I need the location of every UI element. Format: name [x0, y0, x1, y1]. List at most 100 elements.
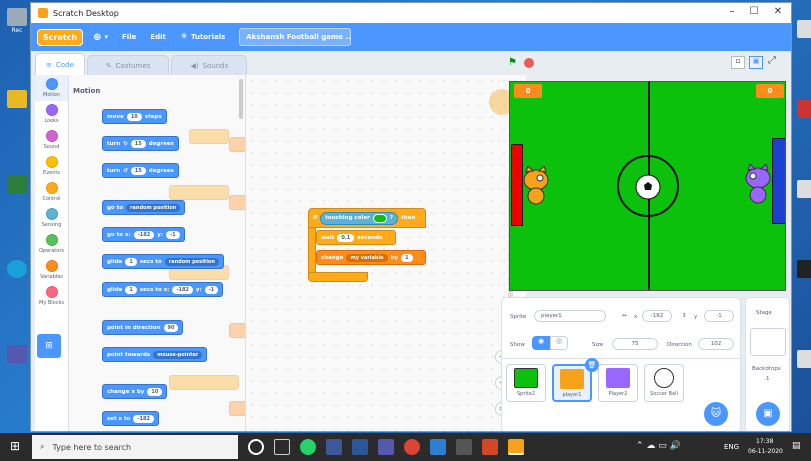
sprite-name-input[interactable]: player1 [534, 310, 606, 322]
category-control[interactable]: Control [35, 179, 68, 205]
maximize-icon[interactable]: ☐ [747, 6, 761, 17]
y-input[interactable]: -1 [704, 310, 734, 322]
small-stage-icon[interactable]: ▫ [731, 56, 745, 69]
block-glide-xy[interactable]: glide 1 secs to x: -182 y: -1 [102, 282, 224, 297]
category-sensing[interactable]: Sensing [35, 205, 68, 231]
category-looks[interactable]: Looks [35, 101, 68, 127]
desktop-icon-folder[interactable] [2, 90, 32, 109]
tutorials-menu[interactable]: ☀ Tutorials [180, 32, 225, 42]
category-events[interactable]: Events [35, 153, 68, 179]
task-view-icon[interactable] [274, 439, 290, 455]
system-tray-icons[interactable]: ⌃ ☁ ▭ 🔊 [636, 441, 681, 451]
block-set-x[interactable]: set x to -182 [102, 411, 159, 426]
whatsapp-icon[interactable] [300, 439, 316, 455]
large-stage-icon[interactable]: ▣ [749, 56, 763, 69]
project-title-input[interactable]: Akshansh Football game ... [239, 28, 352, 46]
block-input[interactable]: 10 [147, 387, 163, 396]
block-change-variable[interactable]: change my variable by 1 [316, 250, 426, 265]
block-point-towards[interactable]: point towards mouse-pointer [102, 347, 208, 362]
category-motion[interactable]: Motion [35, 75, 68, 101]
sprite-thumb-player2[interactable]: Player2 [598, 364, 638, 402]
player2-sprite[interactable] [742, 164, 774, 206]
word-icon[interactable] [352, 439, 368, 455]
block-turn-left[interactable]: turn ↺ 15 degrees [102, 163, 179, 178]
minimize-icon[interactable]: – [725, 6, 739, 17]
block-wait[interactable]: wait 0.1 seconds [316, 230, 396, 245]
block-touching-color[interactable]: touching color? [320, 211, 399, 225]
size-input[interactable]: 75 [612, 338, 658, 350]
show-hidden-button[interactable]: ◎ [550, 336, 568, 350]
photos-icon[interactable] [430, 439, 446, 455]
block-input[interactable]: -1 [166, 230, 180, 239]
folder-icon[interactable] [456, 439, 472, 455]
script-area[interactable]: if touching color? then wait 0.1 seconds c… [246, 75, 526, 431]
scratch-logo[interactable]: Scratch [37, 28, 84, 46]
desktop-icon-right1[interactable] [792, 20, 811, 39]
close-icon[interactable]: ✕ [771, 6, 785, 17]
block-input[interactable]: -182 [133, 414, 154, 423]
chrome-icon[interactable] [404, 439, 420, 455]
block-input[interactable]: 0.1 [337, 233, 355, 242]
desktop-icon-app[interactable] [2, 175, 32, 194]
language-menu[interactable]: ⊕ ▾ [93, 32, 108, 43]
color-swatch[interactable] [372, 213, 387, 223]
block-input[interactable]: 10 [126, 112, 142, 121]
block-point-direction[interactable]: point in direction 90 [102, 320, 184, 335]
taskbar-date[interactable]: 06-11-2020 [748, 448, 783, 455]
category-my-blocks[interactable]: My Blocks [35, 283, 68, 309]
stage-canvas[interactable]: 0 0 [509, 81, 786, 291]
soccer-ball-sprite[interactable] [635, 174, 661, 200]
notifications-icon[interactable]: ▤ [792, 441, 801, 451]
fullscreen-icon[interactable]: ⤢ [768, 55, 776, 66]
palette-scrollbar[interactable] [239, 79, 243, 119]
block-input[interactable]: 1 [125, 285, 137, 294]
block-input[interactable]: 1 [125, 257, 137, 266]
add-sprite-button[interactable]: 🐱 [704, 402, 728, 426]
block-change-x[interactable]: change x by 10 [102, 384, 168, 399]
block-input[interactable]: -1 [204, 285, 219, 294]
extension-button[interactable]: ⊞ [37, 334, 61, 358]
desktop-icon-teams[interactable] [2, 345, 32, 364]
windows-start-icon[interactable]: ⊞ [10, 439, 20, 453]
desktop-icon-right5[interactable] [792, 350, 811, 369]
app-icon[interactable] [326, 439, 342, 455]
powerpoint-icon[interactable] [482, 439, 498, 455]
scratch-taskbar-icon[interactable] [508, 439, 524, 455]
block-input[interactable]: 15 [130, 139, 146, 148]
add-backdrop-button[interactable]: ▣ [756, 402, 780, 426]
block-input[interactable]: 1 [401, 253, 413, 262]
desktop-icon-edge[interactable] [2, 260, 32, 279]
x-input[interactable]: -182 [642, 310, 672, 322]
block-dropdown[interactable]: mouse-pointer [153, 350, 203, 359]
direction-input[interactable]: 102 [698, 338, 734, 350]
block-input[interactable]: -182 [172, 285, 193, 294]
block-go-to[interactable]: go to random position [102, 200, 186, 215]
desktop-icon-recycle[interactable]: Rec [2, 8, 32, 34]
tab-code[interactable]: ≡ Code [35, 53, 85, 75]
file-menu[interactable]: File [122, 33, 136, 41]
block-go-to-xy[interactable]: go to x: -182 y: -1 [102, 227, 185, 242]
desktop-icon-right3[interactable] [792, 180, 811, 199]
block-move-steps[interactable]: move 10 steps [102, 109, 167, 124]
taskbar-search[interactable]: ⌕ Type here to search [32, 435, 238, 459]
stop-icon[interactable] [524, 58, 534, 68]
category-sound[interactable]: Sound [35, 127, 68, 153]
edit-menu[interactable]: Edit [150, 33, 166, 41]
green-flag-icon[interactable]: ⚑ [508, 57, 517, 68]
delete-sprite-icon[interactable]: 🗑 [585, 358, 599, 372]
category-variables[interactable]: Variables [35, 257, 68, 283]
taskbar-time[interactable]: 17:38 [756, 438, 773, 445]
sprite-thumb-soccer-ball[interactable]: Soccer Ball [644, 364, 684, 402]
tab-costumes[interactable]: ✎ Costumes [86, 55, 170, 75]
sprite-thumb-sprite2[interactable]: Sprite2 [506, 364, 546, 402]
cortana-icon[interactable] [248, 439, 264, 455]
block-turn-right[interactable]: turn ↻ 15 degrees [102, 136, 179, 151]
block-if[interactable]: if touching color? then [308, 208, 426, 228]
language-indicator[interactable]: ENG [724, 443, 739, 451]
block-input[interactable]: -182 [133, 230, 155, 239]
block-dropdown[interactable]: random position [126, 203, 181, 212]
block-glide-random[interactable]: glide 1 secs to random position [102, 254, 224, 269]
category-operators[interactable]: Operators [35, 231, 68, 257]
tab-sounds[interactable]: ◀) Sounds [171, 55, 248, 75]
desktop-icon-right2[interactable] [792, 100, 811, 119]
